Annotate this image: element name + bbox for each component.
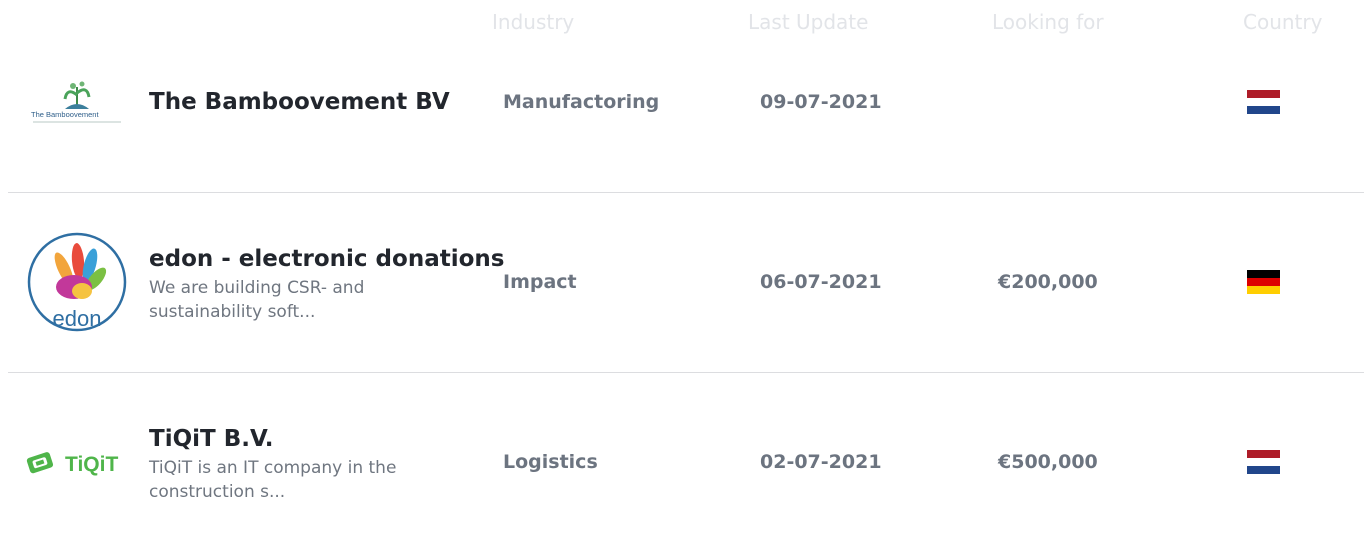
last-update-value: 09-07-2021 [760, 91, 882, 113]
company-logo: The Bamboovement [22, 47, 132, 157]
industry-value: Manufactoring [503, 91, 660, 113]
svg-text:edon: edon [53, 306, 102, 331]
company-logo: edon [22, 227, 132, 337]
last-update-value: 02-07-2021 [760, 451, 882, 473]
svg-text:The Bamboovement: The Bamboovement [31, 110, 99, 119]
colorful-hands-icon: edon [27, 232, 127, 332]
table-row[interactable]: The Bamboovement The Bamboovement BV Man… [0, 12, 1366, 192]
company-description: TiQiT is an IT company in the constructi… [149, 458, 397, 502]
industry-value: Impact [503, 271, 577, 293]
germany-flag-icon [1247, 270, 1280, 294]
industry-value: Logistics [503, 451, 598, 473]
last-update-value: 06-07-2021 [760, 271, 882, 293]
company-table: Industry Last Update Looking for Country… [0, 0, 1366, 550]
company-name[interactable]: TiQiT B.V. [149, 426, 274, 452]
looking-for-value: €200,000 [998, 271, 1098, 293]
netherlands-flag-icon [1247, 90, 1280, 114]
table-row[interactable]: TiQiT TiQiT B.V. TiQiT is an IT company … [0, 373, 1366, 553]
looking-for-value: €500,000 [998, 451, 1098, 473]
svg-text:TiQiT: TiQiT [65, 453, 118, 476]
ticket-icon: TiQiT [26, 452, 118, 476]
company-name[interactable]: edon - electronic donations [149, 246, 504, 272]
netherlands-flag-icon [1247, 450, 1280, 474]
bamboo-plant-icon: The Bamboovement [31, 81, 121, 123]
company-logo: TiQiT [22, 408, 132, 518]
table-row[interactable]: edon edon - electronic donations We are … [0, 193, 1366, 373]
company-description: We are building CSR- and sustainability … [149, 278, 365, 322]
company-name[interactable]: The Bamboovement BV [149, 89, 450, 115]
